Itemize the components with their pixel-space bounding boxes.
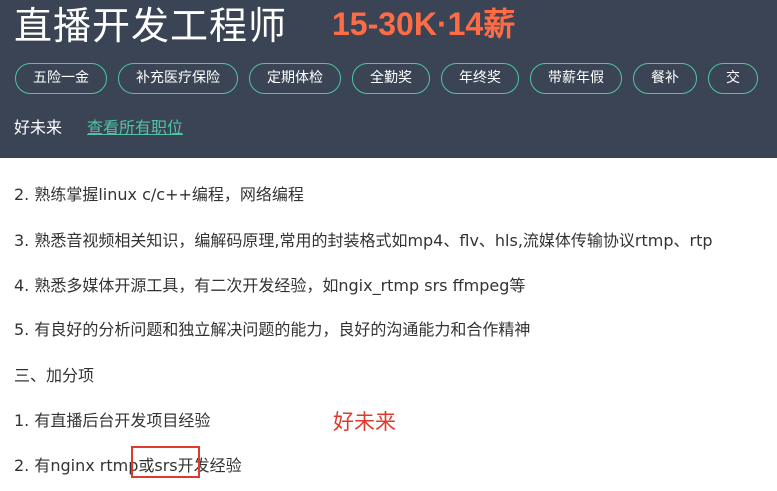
benefit-tag: 交 bbox=[708, 63, 758, 94]
benefit-tag: 补充医疗保险 bbox=[118, 63, 238, 94]
benefit-tag: 五险一金 bbox=[15, 63, 107, 94]
description-line: 2. 熟练掌握linux c/c++编程，网络编程 bbox=[14, 185, 304, 204]
description-line: 1. 有直播后台开发项目经验 bbox=[14, 411, 211, 430]
benefit-tag: 定期体检 bbox=[249, 63, 341, 94]
job-title: 直播开发工程师 bbox=[14, 4, 288, 48]
annotation-highlight-box bbox=[131, 446, 200, 478]
section-heading: 三、加分项 bbox=[14, 366, 95, 385]
job-header: 直播开发工程师 15-30K·14薪 五险一金 补充医疗保险 定期体检 全勤奖 … bbox=[0, 0, 777, 158]
company-name: 好未来 bbox=[14, 118, 63, 137]
salary: 15-30K·14薪 bbox=[332, 6, 516, 42]
benefit-tags: 五险一金 补充医疗保险 定期体检 全勤奖 年终奖 带薪年假 餐补 交 bbox=[15, 63, 777, 94]
benefit-tag: 餐补 bbox=[633, 63, 697, 94]
description-line: 3. 熟悉音视频相关知识，编解码原理,常用的封装格式如mp4、flv、hls,流… bbox=[14, 231, 713, 250]
description-line: 2. 有nginx rtmp或srs开发经验 bbox=[14, 456, 242, 475]
view-all-jobs-link[interactable]: 查看所有职位 bbox=[87, 115, 183, 141]
description-line: 5. 有良好的分析问题和独立解决问题的能力，良好的沟通能力和合作精神 bbox=[14, 320, 531, 339]
benefit-tag: 带薪年假 bbox=[530, 63, 622, 94]
benefit-tag: 全勤奖 bbox=[352, 63, 430, 94]
annotation-text: 好未来 bbox=[333, 410, 396, 434]
description-line: 4. 熟悉多媒体开源工具，有二次开发经验，如ngix_rtmp srs ffmp… bbox=[14, 276, 526, 295]
benefit-tag: 年终奖 bbox=[441, 63, 519, 94]
company-row: 好未来 查看所有职位 bbox=[14, 115, 183, 141]
